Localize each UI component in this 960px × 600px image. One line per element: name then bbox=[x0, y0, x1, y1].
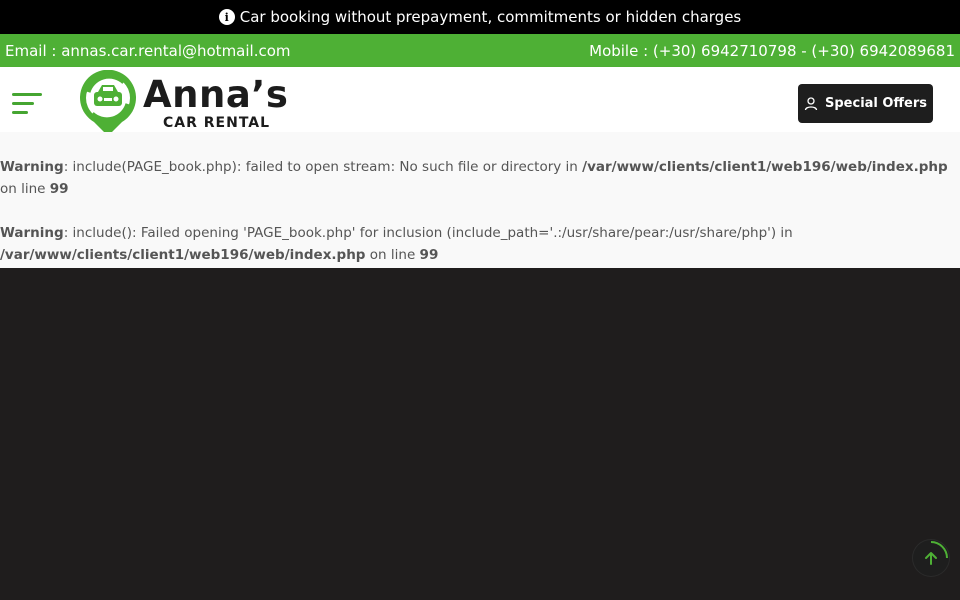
special-offers-label: Special Offers bbox=[825, 96, 927, 111]
warning-label: Warning bbox=[0, 225, 64, 241]
warning-message: Warning: include(PAGE_book.php): failed … bbox=[0, 156, 960, 200]
warning-message: Warning: include(): Failed opening 'PAGE… bbox=[0, 222, 960, 266]
php-warnings: Warning: include(PAGE_book.php): failed … bbox=[0, 132, 960, 268]
warning-line: 99 bbox=[419, 247, 439, 263]
hamburger-menu-icon[interactable] bbox=[12, 93, 44, 115]
warning-label: Warning bbox=[0, 159, 64, 175]
contact-bar: Email : annas.car.rental@hotmail.com Mob… bbox=[0, 34, 960, 67]
logo-name: Anna’s bbox=[143, 73, 289, 116]
announcement-text: Car booking without prepayment, commitme… bbox=[239, 8, 742, 26]
warning-line: 99 bbox=[49, 181, 69, 197]
warning-path: /var/www/clients/client1/web196/web/inde… bbox=[0, 247, 366, 263]
contact-email[interactable]: Email : annas.car.rental@hotmail.com bbox=[5, 42, 291, 60]
logo-mark-icon bbox=[80, 69, 136, 136]
warning-text: on line bbox=[0, 181, 50, 197]
warning-path: /var/www/clients/client1/web196/web/inde… bbox=[582, 159, 948, 175]
logo-subtitle: CAR RENTAL bbox=[163, 115, 271, 131]
user-icon bbox=[804, 96, 818, 110]
contact-mobile[interactable]: Mobile : (+30) 6942710798 - (+30) 694208… bbox=[589, 42, 955, 60]
warning-text: on line bbox=[365, 247, 420, 263]
info-circle-icon: i bbox=[218, 9, 235, 25]
progress-ring bbox=[930, 541, 948, 559]
logo[interactable]: Anna’s CAR RENTAL bbox=[74, 69, 294, 138]
warning-text: : include(PAGE_book.php): failed to open… bbox=[63, 159, 583, 175]
scroll-to-top-button[interactable] bbox=[913, 540, 949, 576]
announcement-bar: i Car booking without prepayment, commit… bbox=[0, 0, 960, 34]
site-header: Anna’s CAR RENTAL Special Offers bbox=[0, 67, 960, 136]
warning-text: : include(): Failed opening 'PAGE_book.p… bbox=[63, 225, 793, 241]
special-offers-button[interactable]: Special Offers bbox=[798, 84, 933, 123]
